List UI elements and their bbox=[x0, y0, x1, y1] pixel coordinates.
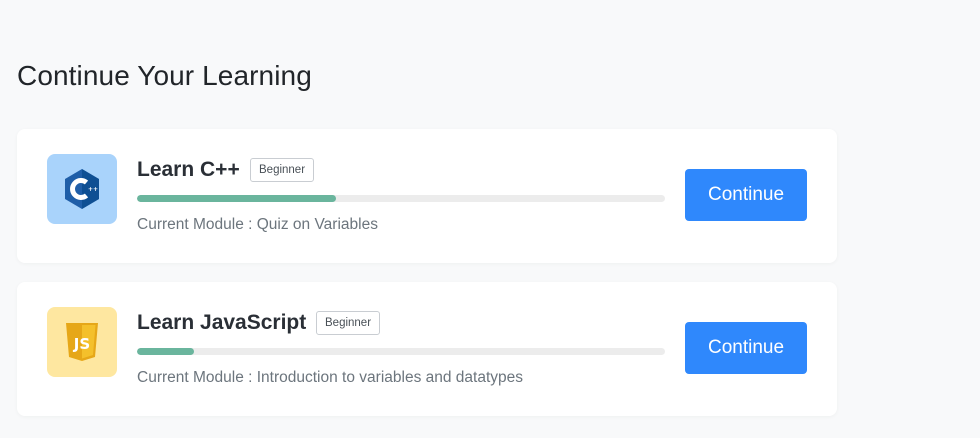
course-card-javascript: JS Learn JavaScript Beginner Current Mod… bbox=[17, 282, 837, 416]
course-title: Learn C++ bbox=[137, 158, 240, 181]
course-card-cpp: ++ Learn C++ Beginner Current Module : Q… bbox=[17, 129, 837, 263]
current-module-text: Current Module : Introduction to variabl… bbox=[137, 369, 524, 386]
svg-text:JS: JS bbox=[73, 335, 90, 353]
cpp-logo-icon: ++ bbox=[47, 154, 117, 224]
svg-text:++: ++ bbox=[88, 186, 98, 193]
level-badge: Beginner bbox=[316, 311, 381, 335]
learning-page: Continue Your Learning ++ Learn C++ Begi… bbox=[0, 0, 980, 438]
course-title: Learn JavaScript bbox=[137, 311, 307, 334]
continue-button[interactable]: Continue bbox=[685, 322, 807, 374]
level-badge: Beginner bbox=[250, 158, 315, 182]
current-module-text: Current Module : Quiz on Variables bbox=[137, 216, 378, 233]
progress-bar bbox=[137, 195, 665, 202]
progress-bar bbox=[137, 348, 665, 355]
progress-fill bbox=[137, 348, 195, 355]
section-title: Continue Your Learning bbox=[17, 60, 312, 91]
continue-button[interactable]: Continue bbox=[685, 169, 807, 221]
progress-fill bbox=[137, 195, 336, 202]
js-logo-icon: JS bbox=[47, 307, 117, 377]
